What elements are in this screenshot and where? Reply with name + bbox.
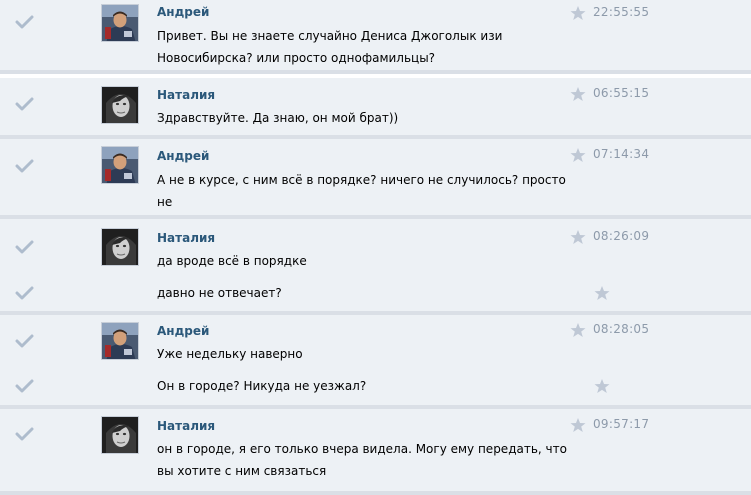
check-icon[interactable] xyxy=(15,379,34,393)
message-line: А не в курсе, с ним всё в порядке? ничег… xyxy=(157,173,566,209)
avatar-woman xyxy=(102,229,139,266)
check-icon[interactable] xyxy=(15,334,34,348)
message-line: вы хотите с ним связаться xyxy=(157,464,327,478)
message-line: да вроде всё в порядке xyxy=(157,254,307,268)
avatar-woman xyxy=(102,417,139,454)
author-name[interactable]: Наталия xyxy=(157,88,215,102)
message-line: Уже недельку наверно xyxy=(157,347,303,361)
message-text: Уже недельку наверно xyxy=(157,343,577,365)
avatar[interactable] xyxy=(101,228,139,266)
message-line: давно не отвечает? xyxy=(157,286,282,300)
avatar[interactable] xyxy=(101,322,139,360)
message-text: он в городе, я его только вчера видела. … xyxy=(157,438,577,482)
author-name[interactable]: Наталия xyxy=(157,419,215,433)
avatar-woman xyxy=(102,87,139,124)
message-group: Андрей 07:14:34 А не в курсе, с ним всё … xyxy=(0,139,751,231)
message-line: Привет. Вы не знаете случайно Дениса Джо… xyxy=(157,29,503,43)
star-icon[interactable] xyxy=(570,5,586,21)
check-icon[interactable] xyxy=(15,97,34,111)
avatar[interactable] xyxy=(101,416,139,454)
author-name[interactable]: Наталия xyxy=(157,231,215,245)
check-icon[interactable] xyxy=(15,240,34,254)
message-text: Он в городе? Никуда не уезжал? xyxy=(157,375,577,397)
check-icon[interactable] xyxy=(15,159,34,173)
author-name[interactable]: Андрей xyxy=(157,324,209,338)
star-icon[interactable] xyxy=(570,322,586,338)
message-thread: Андрей 22:55:55 Привет. Вы не знаете слу… xyxy=(0,0,751,495)
avatar-man xyxy=(102,147,139,184)
star-icon[interactable] xyxy=(570,229,586,245)
message-group: Наталия 09:57:17 он в городе, я его толь… xyxy=(0,409,751,495)
check-icon[interactable] xyxy=(15,427,34,441)
timestamp: 08:28:05 xyxy=(593,322,650,336)
message-text: Привет. Вы не знаете случайно Дениса Джо… xyxy=(157,25,577,69)
message-text: давно не отвечает? xyxy=(157,282,577,304)
author-name[interactable]: Андрей xyxy=(157,149,209,163)
star-icon[interactable] xyxy=(570,86,586,102)
star-icon[interactable] xyxy=(594,378,610,394)
avatar[interactable] xyxy=(101,146,139,184)
message-group: Наталия 06:55:15 Здравствуйте. Да знаю, … xyxy=(0,78,751,139)
avatar[interactable] xyxy=(101,4,139,42)
check-icon[interactable] xyxy=(15,15,34,29)
timestamp: 08:26:09 xyxy=(593,229,650,243)
avatar-man xyxy=(102,5,139,42)
message-group: Наталия 08:26:09 да вроде всё в порядке … xyxy=(0,219,751,315)
message-group: Андрей 08:28:05 Уже недельку наверно Он … xyxy=(0,315,751,409)
message-text: Здравствуйте. Да знаю, он мой брат)) xyxy=(157,107,577,129)
message-line: Здравствуйте. Да знаю, он мой брат)) xyxy=(157,111,399,125)
author-name[interactable]: Андрей xyxy=(157,5,209,19)
timestamp: 09:57:17 xyxy=(593,417,650,431)
star-icon[interactable] xyxy=(570,417,586,433)
message-text: да вроде всё в порядке xyxy=(157,250,577,272)
avatar[interactable] xyxy=(101,86,139,124)
timestamp: 22:55:55 xyxy=(593,5,650,19)
message-line: он в городе, я его только вчера видела. … xyxy=(157,442,567,456)
message-group: Андрей 22:55:55 Привет. Вы не знаете слу… xyxy=(0,0,751,74)
star-icon[interactable] xyxy=(594,285,610,301)
check-icon[interactable] xyxy=(15,286,34,300)
timestamp: 06:55:15 xyxy=(593,86,650,100)
avatar-man xyxy=(102,323,139,360)
timestamp: 07:14:34 xyxy=(593,147,650,161)
star-icon[interactable] xyxy=(570,147,586,163)
message-line: Новосибирска? или просто однофамильцы? xyxy=(157,51,436,65)
message-line: Он в городе? Никуда не уезжал? xyxy=(157,379,367,393)
